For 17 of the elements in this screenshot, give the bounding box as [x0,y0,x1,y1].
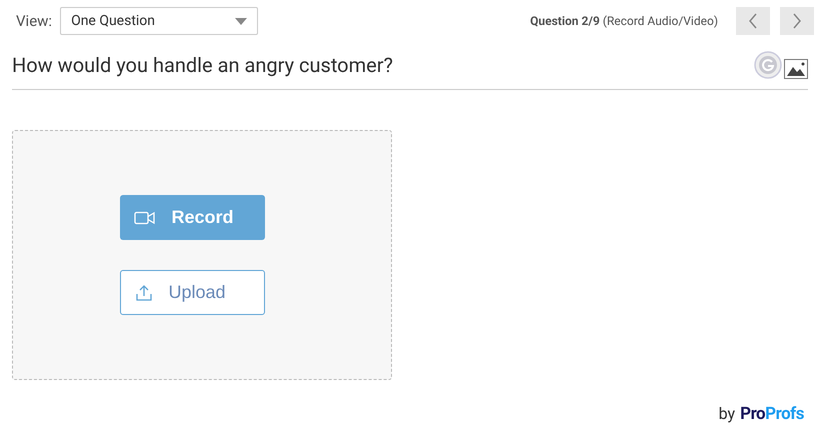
by-label: by [718,404,736,423]
question-counter: Question 2/9 (Record Audio/Video) [530,14,718,28]
chevron-right-icon [792,13,802,29]
video-camera-icon [134,210,156,224]
next-button[interactable] [780,7,814,35]
chevron-left-icon [748,13,758,29]
upload-button[interactable]: Upload [120,270,264,315]
grammar-check-icon[interactable] [754,51,782,79]
image-icon[interactable] [784,59,808,79]
view-label: View: [16,12,52,30]
previous-button[interactable] [736,7,770,35]
brand-logo: ProProfs [740,404,804,424]
upload-icon [134,284,152,302]
question-text: How would you handle an angry customer? [12,53,394,77]
record-button[interactable]: Record [120,195,264,240]
dropdown-arrow-icon [235,18,248,24]
view-dropdown[interactable]: One Question [60,7,258,35]
